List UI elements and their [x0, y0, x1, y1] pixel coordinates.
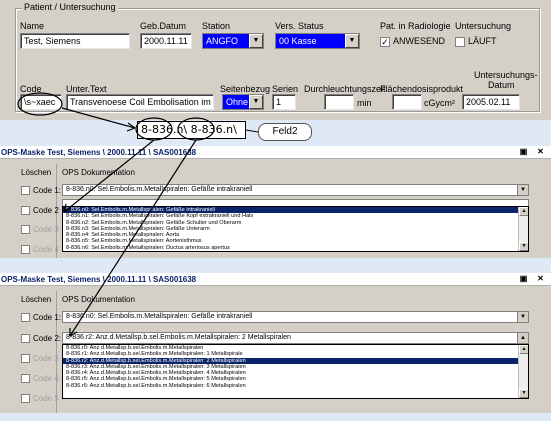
- code5-checkbox: Code 5: [21, 394, 59, 404]
- ops-header: OPS Dokumentation: [62, 295, 135, 304]
- chevron-down-icon[interactable]: ▼: [517, 312, 528, 322]
- scroll-down-icon[interactable]: ▼: [519, 389, 528, 398]
- checkmark-icon: ✓: [380, 36, 390, 47]
- code4-checkbox: Code 4: [21, 245, 59, 255]
- chevron-down-icon[interactable]: ▲: [517, 333, 528, 343]
- patient-group-title: Patient / Untersuchung: [22, 2, 118, 12]
- code1-checkbox[interactable]: Code 1:: [21, 186, 61, 196]
- scroll-down-icon[interactable]: ▼: [519, 242, 528, 251]
- code2-dropdown-list[interactable]: 8-836.n0: Sel.Embolis.m.Metallspiralen: …: [62, 206, 529, 252]
- chevron-down-icon[interactable]: ▼: [517, 185, 528, 195]
- laeuft-label: LÄUFT: [468, 36, 497, 46]
- datum-label-2: Datum: [488, 80, 515, 90]
- durchleuchtung-unit: min: [357, 98, 372, 108]
- code-field[interactable]: \s~xaec: [20, 94, 62, 110]
- arrow-head-icon: [126, 122, 136, 132]
- anwesend-checkbox[interactable]: ✓ ANWESEND: [380, 36, 445, 47]
- durchleuchtung-label: Durchleuchtungszeit: [304, 84, 386, 94]
- code2-checkbox[interactable]: Code 2: [21, 206, 59, 216]
- scrollbar[interactable]: ▲ ▼: [518, 207, 528, 251]
- patient-panel: Patient / Untersuchung Name Test, Siemen…: [0, 0, 551, 120]
- code2-select[interactable]: 8-836.r2: Anz.d.Metallsp.b.sel.Embolis.m…: [62, 332, 529, 344]
- vers-status-value: 00 Kasse: [279, 36, 317, 46]
- flaechendosis-label: Flächendosisprodukt: [380, 84, 464, 94]
- ops-dialog-1: OPS-Maske Test, Siemens \ 2000.11.11 \ S…: [0, 146, 551, 258]
- name-label: Name: [20, 21, 45, 31]
- code2-dropdown-list[interactable]: 8-836.r0: Anz.d.Metallsp.b.sel.Embolis.m…: [62, 344, 529, 399]
- feld2-label: Feld2: [258, 123, 312, 141]
- code3-checkbox: Code 3: [21, 225, 59, 235]
- scrollbar[interactable]: ▲ ▼: [518, 345, 528, 398]
- flaechendosis-field[interactable]: [392, 94, 422, 110]
- chevron-down-icon[interactable]: ▼: [249, 34, 263, 48]
- datum-field[interactable]: 2005.02.11: [462, 94, 520, 110]
- scroll-up-icon[interactable]: ▲: [519, 345, 528, 354]
- untersuchung-label: Untersuchung: [455, 21, 512, 31]
- close-icon[interactable]: ✕: [535, 274, 546, 284]
- loeschen-header: Löschen: [21, 295, 52, 304]
- dialog1-title: OPS-Maske Test, Siemens \ 2000.11.11 \ S…: [1, 148, 197, 157]
- serien-field[interactable]: 1: [272, 94, 296, 110]
- dialog1-titlebar: OPS-Maske Test, Siemens \ 2000.11.11 \ S…: [0, 146, 551, 159]
- station-label: Station: [202, 21, 231, 31]
- geb-datum-field[interactable]: 2000.11.11: [140, 33, 192, 49]
- dialog2-title: OPS-Maske Test, Siemens \ 2000.11.11 \ S…: [1, 275, 197, 284]
- code1-select[interactable]: 8-836.n0: Sel.Embolis.m.Metallspiralen: …: [62, 184, 529, 196]
- vers-status-label: Vers. Status: [275, 21, 324, 31]
- dialog2-titlebar: OPS-Maske Test, Siemens \ 2000.11.11 \ S…: [0, 273, 551, 286]
- chevron-down-icon[interactable]: ▼: [345, 34, 359, 48]
- code1-checkbox[interactable]: Code 1:: [21, 313, 61, 323]
- code3-checkbox: Code 3: [21, 354, 59, 364]
- ops-header: OPS Dokumentation: [62, 168, 135, 177]
- serien-label: Serien: [272, 84, 299, 94]
- flaechendosis-unit: cGycm²: [424, 98, 455, 108]
- print-icon[interactable]: ▣: [518, 274, 529, 284]
- code-label: Code: [20, 84, 42, 94]
- code1-select[interactable]: 8-836.n0: Sel.Embolis.m.Metallspiralen: …: [62, 311, 529, 323]
- chevron-down-icon[interactable]: ▼: [249, 95, 263, 109]
- code4-checkbox: Code 4: [21, 374, 59, 384]
- radiologie-label: Pat. in Radiologie: [380, 21, 451, 31]
- geb-datum-label: Geb.Datum: [140, 21, 187, 31]
- seitenbezug-select[interactable]: Ohne ▼: [222, 94, 264, 110]
- anwesend-label: ANWESEND: [393, 36, 446, 46]
- code-zoom-callout: 8-836.n\ 8-836.n\: [137, 121, 246, 139]
- seitenbezug-label: Seitenbezug: [220, 84, 271, 94]
- print-icon[interactable]: ▣: [518, 147, 529, 157]
- list-item[interactable]: 8-836.r6: Anz.d.Metallsp.b.sel.Embolis.m…: [63, 383, 528, 389]
- datum-label-1: Untersuchungs-: [474, 70, 538, 80]
- durchleuchtung-field[interactable]: [324, 94, 354, 110]
- code2-checkbox[interactable]: Code 2:: [21, 334, 61, 344]
- ops-dialog-2: OPS-Maske Test, Siemens \ 2000.11.11 \ S…: [0, 273, 551, 413]
- vers-status-select[interactable]: 00 Kasse ▼: [275, 33, 360, 49]
- station-select[interactable]: ANGFO ▼: [202, 33, 264, 49]
- seitenbezug-value: Ohne: [226, 97, 249, 107]
- list-item[interactable]: 8-836.n6: Sel.Embolis.m.Metallspiralen: …: [63, 245, 528, 251]
- name-field[interactable]: Test, Siemens: [20, 33, 130, 49]
- untertext-label: Unter.Text: [66, 84, 107, 94]
- feld-connector: [245, 129, 259, 133]
- laeuft-checkbox[interactable]: LÄUFT: [455, 36, 497, 47]
- untertext-field[interactable]: Transvenoese Coil Embolisation im Schaed: [66, 94, 214, 110]
- station-value: ANGFO: [206, 36, 239, 46]
- loeschen-header: Löschen: [21, 168, 52, 177]
- scroll-up-icon[interactable]: ▲: [519, 207, 528, 216]
- close-icon[interactable]: ✕: [535, 147, 546, 157]
